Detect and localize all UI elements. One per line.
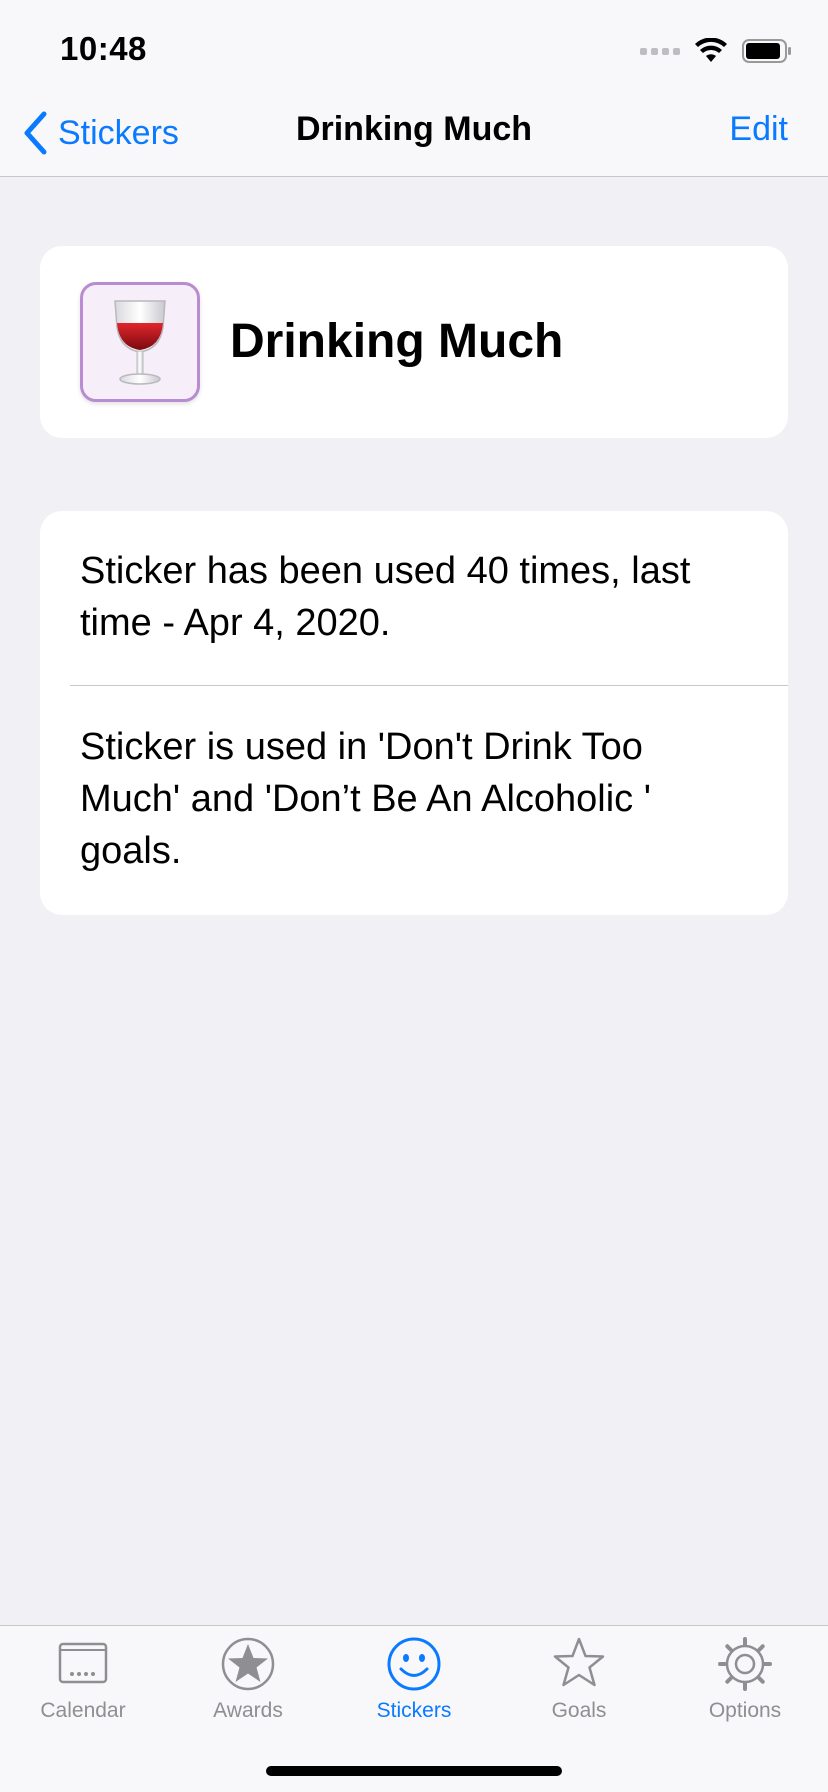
tab-stickers[interactable]: Stickers <box>331 1636 497 1736</box>
battery-icon <box>742 39 791 63</box>
goals-summary: Sticker is used in 'Don't Drink Too Much… <box>80 726 651 872</box>
cellular-signal-icon <box>640 47 680 55</box>
tab-options[interactable]: Options <box>662 1636 828 1736</box>
star-outline-icon <box>553 1637 605 1687</box>
tab-stickers-label: Stickers <box>376 1699 452 1722</box>
sticker-name: Drinking Much <box>230 315 564 368</box>
sticker-detail-screen: 10:48 Stickers Drinking Much Edit Drinki… <box>0 0 828 1792</box>
tab-goals[interactable]: Goals <box>496 1636 662 1736</box>
page-title: Drinking Much <box>295 110 533 148</box>
status-indicators <box>640 36 792 66</box>
smiley-icon <box>387 1637 441 1691</box>
sticker-header-card: Drinking Much <box>40 246 788 438</box>
row-divider <box>70 685 788 686</box>
home-indicator[interactable] <box>266 1766 562 1776</box>
tab-bar: Calendar Awards Stickers Goals Options <box>0 1625 828 1792</box>
sticker-thumbnail[interactable] <box>80 282 200 402</box>
tab-calendar[interactable]: Calendar <box>0 1636 166 1736</box>
tab-options-label: Options <box>708 1699 782 1722</box>
wifi-icon <box>695 38 727 62</box>
gear-icon <box>718 1637 772 1691</box>
calendar-icon <box>58 1642 108 1684</box>
wine-glass-icon <box>114 300 166 385</box>
award-star-icon <box>221 1637 275 1691</box>
tab-awards[interactable]: Awards <box>165 1636 331 1736</box>
tab-calendar-label: Calendar <box>40 1699 126 1722</box>
edit-button[interactable]: Edit <box>729 110 788 149</box>
status-time: 10:48 <box>60 30 147 67</box>
sticker-info-card: Sticker has been used 40 times, last tim… <box>40 511 788 915</box>
usage-summary: Sticker has been used 40 times, last tim… <box>80 550 691 644</box>
navigation-header: 10:48 Stickers Drinking Much Edit <box>0 0 828 177</box>
tab-goals-label: Goals <box>551 1699 607 1722</box>
tab-awards-label: Awards <box>213 1699 283 1722</box>
